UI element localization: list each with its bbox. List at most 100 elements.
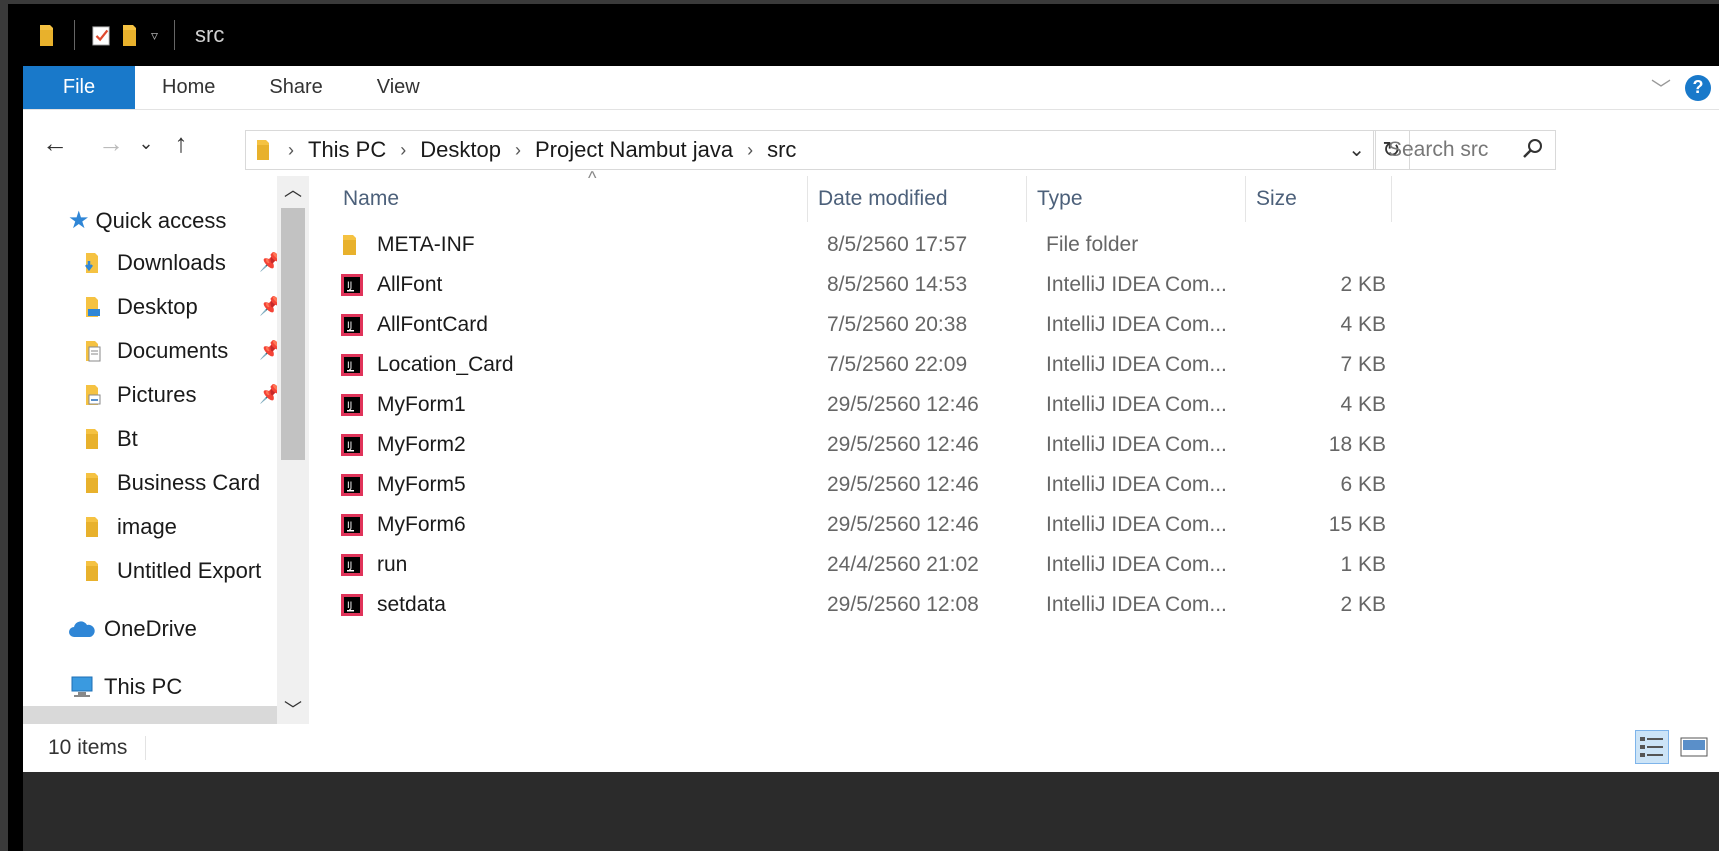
intellij-file-icon: IJ <box>341 474 363 496</box>
item-count: 10 items <box>23 736 147 760</box>
nav-item-untitled-export[interactable]: Untitled Export <box>85 558 261 584</box>
file-type: IntelliJ IDEA Com... <box>1046 593 1227 616</box>
svg-text:IJ: IJ <box>347 401 352 411</box>
column-size-label: Size <box>1256 187 1297 210</box>
address-bar[interactable]: › This PC › Desktop › Project Nambut jav… <box>245 130 1410 170</box>
column-header-size[interactable]: Size <box>1246 176 1392 222</box>
file-type: IntelliJ IDEA Com... <box>1046 433 1227 456</box>
nav-item-desktop[interactable]: Desktop <box>85 294 198 320</box>
details-view-button[interactable] <box>1635 730 1669 764</box>
file-row[interactable]: IJ MyForm2 29/5/2560 12:46 IntelliJ IDEA … <box>341 426 1401 464</box>
nav-item-pictures[interactable]: Pictures <box>85 382 196 408</box>
file-row[interactable]: IJ MyForm5 29/5/2560 12:46 IntelliJ IDEA … <box>341 466 1401 504</box>
forward-arrow-icon[interactable]: → <box>91 128 131 159</box>
nav-scrollbar[interactable]: ︿ ﹀ <box>277 176 309 724</box>
large-icons-view-button[interactable] <box>1677 730 1711 764</box>
expand-ribbon-icon[interactable]: ﹀ <box>1651 73 1671 102</box>
file-row[interactable]: IJ setdata 29/5/2560 12:08 IntelliJ IDEA … <box>341 586 1401 624</box>
folder-icon <box>257 140 269 160</box>
window-title: src <box>195 22 225 47</box>
column-header-name[interactable]: Name ^ <box>333 168 808 222</box>
new-folder-icon[interactable] <box>121 22 141 48</box>
chevron-right-icon[interactable]: › <box>747 140 753 161</box>
nav-item-label: Downloads <box>117 250 226 275</box>
file-name: IJ MyForm6 <box>341 513 466 537</box>
back-arrow-icon[interactable]: ← <box>35 128 75 159</box>
tab-file[interactable]: File <box>23 66 135 109</box>
nav-item-image[interactable]: image <box>85 514 177 540</box>
breadcrumb-src[interactable]: src <box>767 137 796 163</box>
search-icon[interactable] <box>1521 137 1545 161</box>
column-header-date[interactable]: Date modified <box>808 176 1027 222</box>
breadcrumb-this-pc[interactable]: This PC <box>308 137 386 163</box>
file-row[interactable]: IJ Location_Card 7/5/2560 22:09 IntelliJ … <box>341 346 1401 384</box>
nav-item-downloads[interactable]: Downloads <box>85 250 226 276</box>
customize-toolbar-icon[interactable]: ▿ <box>151 27 158 44</box>
file-date: 29/5/2560 12:46 <box>827 513 979 536</box>
address-dropdown-icon[interactable]: ⌄ <box>1348 137 1365 162</box>
chevron-up-icon[interactable]: ︿ <box>277 176 309 204</box>
large-icons-view-icon <box>1680 737 1708 757</box>
folder-icon <box>86 561 98 581</box>
file-date: 24/4/2560 21:02 <box>827 553 979 576</box>
nav-onedrive[interactable]: OneDrive <box>68 616 197 642</box>
file-name-text: AllFontCard <box>377 313 488 336</box>
ribbon-tabs: File Home Share View ﹀ ? <box>23 66 1719 110</box>
chevron-right-icon[interactable]: › <box>400 140 406 161</box>
chevron-down-icon[interactable]: ﹀ <box>277 696 309 724</box>
file-name-text: setdata <box>377 593 446 616</box>
chevron-right-icon[interactable]: › <box>515 140 521 161</box>
file-size: 6 KB <box>1340 473 1386 496</box>
chevron-right-icon[interactable]: › <box>288 140 294 161</box>
nav-this-pc[interactable]: This PC <box>68 674 182 700</box>
file-size: 4 KB <box>1340 393 1386 416</box>
star-icon: ★ <box>68 207 90 234</box>
column-header-type[interactable]: Type <box>1027 176 1246 222</box>
up-arrow-icon[interactable]: ↑ <box>161 128 201 159</box>
tab-share[interactable]: Share <box>242 66 349 109</box>
cloud-icon <box>69 621 95 637</box>
file-row[interactable]: IJ AllFontCard 7/5/2560 20:38 IntelliJ ID… <box>341 306 1401 344</box>
search-input[interactable] <box>1388 138 1518 162</box>
tab-view[interactable]: View <box>350 66 447 109</box>
folder-icon <box>343 235 356 255</box>
nav-item-label: Business Card <box>117 470 261 495</box>
nav-item-business-card[interactable]: Business Card <box>85 470 260 496</box>
nav-item-documents[interactable]: Documents <box>85 338 228 364</box>
properties-icon[interactable] <box>91 22 111 48</box>
ribbon-controls: ﹀ ? <box>1651 66 1719 109</box>
file-size: 15 KB <box>1328 513 1386 536</box>
nav-quick-access[interactable]: ★ Quick access <box>68 206 226 235</box>
folder-icon <box>86 517 98 537</box>
file-date: 29/5/2560 12:46 <box>827 433 979 456</box>
file-row[interactable]: IJ MyForm6 29/5/2560 12:46 IntelliJ IDEA … <box>341 506 1401 544</box>
file-name-text: MyForm5 <box>377 473 466 496</box>
scrollbar-thumb[interactable] <box>281 208 305 460</box>
file-name: IJ run <box>341 553 407 577</box>
file-row[interactable]: IJ MyForm1 29/5/2560 12:46 IntelliJ IDEA … <box>341 386 1401 424</box>
file-date: 8/5/2560 14:53 <box>827 273 968 296</box>
file-date: 8/5/2560 17:57 <box>827 233 968 256</box>
navigation-bar: ← → ⌄ ↑ › This PC › Desktop › Project Na… <box>23 110 1719 176</box>
tab-home[interactable]: Home <box>135 66 242 109</box>
breadcrumb-project[interactable]: Project Nambut java <box>535 137 733 163</box>
breadcrumb-desktop[interactable]: Desktop <box>420 137 501 163</box>
svg-text:IJ: IJ <box>347 481 352 491</box>
intellij-file-icon: IJ <box>341 554 363 576</box>
file-name-text: AllFont <box>377 273 443 296</box>
nav-item-bt[interactable]: Bt <box>85 426 138 452</box>
file-row[interactable]: IJ run 24/4/2560 21:02 IntelliJ IDEA Com.… <box>341 546 1401 584</box>
svg-text:IJ: IJ <box>347 521 352 531</box>
documents-folder-icon <box>86 341 101 362</box>
intellij-file-icon: IJ <box>341 514 363 536</box>
help-icon[interactable]: ? <box>1685 74 1711 101</box>
intellij-file-icon: IJ <box>341 274 363 296</box>
intellij-file-icon: IJ <box>341 394 363 416</box>
file-row[interactable]: META-INF 8/5/2560 17:57 File folder <box>341 226 1401 264</box>
folder-icon[interactable] <box>38 22 58 48</box>
search-box[interactable] <box>1375 130 1556 170</box>
file-date: 29/5/2560 12:46 <box>827 473 979 496</box>
file-row[interactable]: IJ AllFont 8/5/2560 14:53 IntelliJ IDEA C… <box>341 266 1401 304</box>
recent-locations-icon[interactable]: ⌄ <box>131 133 161 154</box>
nav-selected-item[interactable] <box>23 706 277 724</box>
